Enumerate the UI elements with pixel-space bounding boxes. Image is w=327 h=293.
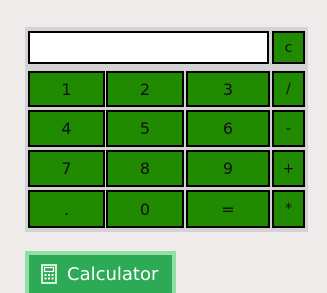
key-2-button[interactable]: 2 [106, 71, 184, 107]
key-1-button[interactable]: 1 [28, 71, 105, 107]
key-9-button[interactable]: 9 [186, 150, 270, 187]
calculator-launch-label: Calculator [67, 263, 159, 285]
multiply-button[interactable]: * [272, 190, 305, 228]
key-7-button[interactable]: 7 [28, 150, 105, 187]
clear-button[interactable]: c [272, 31, 305, 64]
minus-button[interactable]: - [272, 110, 305, 147]
plus-button[interactable]: + [272, 150, 305, 187]
divide-button[interactable]: / [272, 71, 305, 107]
key-6-button[interactable]: 6 [186, 110, 270, 147]
key-3-button[interactable]: 3 [186, 71, 270, 107]
calculator-icon [41, 264, 57, 284]
equals-button[interactable]: = [186, 190, 270, 228]
key-8-button[interactable]: 8 [106, 150, 184, 187]
key-4-button[interactable]: 4 [28, 110, 105, 147]
calculator-display[interactable] [28, 31, 269, 64]
key-0-button[interactable]: 0 [106, 190, 184, 228]
calculator-panel: c 1 2 3 / 4 5 6 - 7 8 9 + . 0 = * [25, 27, 308, 232]
key-5-button[interactable]: 5 [106, 110, 184, 147]
calculator-launch-button[interactable]: Calculator [25, 251, 176, 293]
decimal-point-button[interactable]: . [28, 190, 105, 228]
